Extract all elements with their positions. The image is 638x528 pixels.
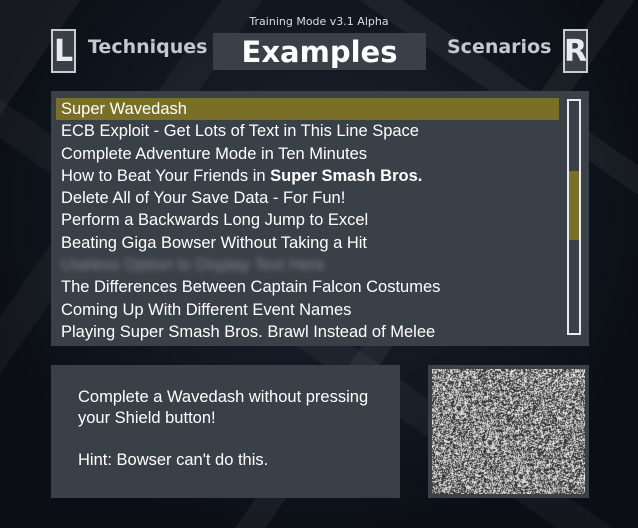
scrollbar[interactable] <box>567 99 581 335</box>
examples-list-panel: Super Wavedash ECB Exploit - Get Lots of … <box>51 91 589 346</box>
list-item-label: Useless Option to Display Text Here <box>61 256 325 275</box>
list-item[interactable]: How to Beat Your Friends in Super Smash … <box>56 165 559 187</box>
scrollbar-thumb[interactable] <box>569 170 579 241</box>
list-item-label: The Differences Between Captain Falcon C… <box>61 278 441 297</box>
list-item[interactable]: Perform a Backwards Long Jump to Excel <box>56 209 559 231</box>
description-text: Complete a Wavedash without pressing you… <box>78 388 369 427</box>
list-item-label: How to Beat Your Friends in <box>61 166 271 185</box>
list-item-label: Perform a Backwards Long Jump to Excel <box>61 211 369 230</box>
static-noise-preview <box>432 369 585 494</box>
tab-scenarios[interactable]: Scenarios <box>447 36 551 58</box>
list-item-label: Complete Adventure Mode in Ten Minutes <box>61 144 368 163</box>
list-item-label: Playing Super Smash Bros. Brawl Instead … <box>61 322 436 341</box>
list-item-label: ECB Exploit - Get Lots of Text in This L… <box>61 122 419 141</box>
description-hint: Hint: Bowser can't do this. <box>78 451 269 469</box>
tab-examples[interactable]: Examples <box>213 33 426 70</box>
list-item-label: Coming Up With Different Event Names <box>61 300 352 319</box>
examples-list: Super Wavedash ECB Exploit - Get Lots of … <box>56 98 559 343</box>
list-item[interactable]: Delete All of Your Save Data - For Fun! <box>56 187 559 209</box>
version-label: Training Mode v3.1 Alpha <box>249 15 389 28</box>
list-item[interactable]: Playing Super Smash Bros. Brawl Instead … <box>56 321 559 343</box>
tab-techniques[interactable]: Techniques <box>88 36 207 58</box>
list-item-label: Super Wavedash <box>61 100 187 118</box>
left-shoulder-button[interactable]: L <box>51 29 76 73</box>
list-item[interactable]: Beating Giga Bowser Without Taking a Hit <box>56 232 559 254</box>
list-item[interactable]: The Differences Between Captain Falcon C… <box>56 276 559 298</box>
description-panel: Complete a Wavedash without pressing you… <box>51 365 400 498</box>
list-item-bold-label: Super Smash Bros. <box>270 166 423 185</box>
list-item[interactable]: Super Wavedash <box>56 98 559 121</box>
list-item[interactable]: Complete Adventure Mode in Ten Minutes <box>56 143 559 165</box>
list-item-label: Beating Giga Bowser Without Taking a Hit <box>61 233 368 252</box>
right-shoulder-button[interactable]: R <box>563 29 588 73</box>
list-item[interactable]: Useless Option to Display Text Here <box>56 254 559 276</box>
list-item[interactable]: ECB Exploit - Get Lots of Text in This L… <box>56 120 559 142</box>
list-item[interactable]: Coming Up With Different Event Names <box>56 299 559 321</box>
preview-panel <box>428 365 589 498</box>
list-item-label: Delete All of Your Save Data - For Fun! <box>61 189 346 208</box>
